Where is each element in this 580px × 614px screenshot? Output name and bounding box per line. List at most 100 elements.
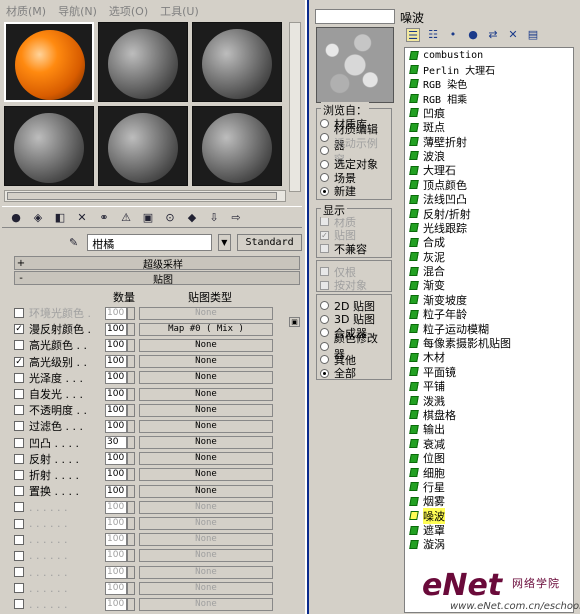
amount-spinner[interactable] <box>127 565 135 579</box>
put-to-library-icon[interactable]: ⚠ <box>118 209 134 225</box>
browser-name-field[interactable] <box>315 9 395 24</box>
map-enable-checkbox[interactable] <box>14 518 24 529</box>
amount-spinner[interactable] <box>127 387 135 401</box>
map-amount-field[interactable]: 100 <box>105 452 127 466</box>
map-type-item[interactable]: 噪波 <box>405 507 573 524</box>
amount-spinner[interactable] <box>127 468 135 482</box>
map-amount-field[interactable]: 100 <box>105 565 127 579</box>
map-slot-button[interactable]: None <box>139 452 273 466</box>
map-type-item[interactable]: 位图 <box>405 451 573 465</box>
map-type-item[interactable]: 细胞 <box>405 465 573 480</box>
amount-spinner[interactable] <box>127 500 135 514</box>
map-enable-checkbox[interactable] <box>14 421 24 432</box>
map-amount-field[interactable]: 100 <box>105 419 127 433</box>
map-slot-button[interactable]: None <box>139 468 273 482</box>
amount-spinner[interactable] <box>127 371 135 385</box>
radio-button[interactable] <box>320 132 329 142</box>
rollout-maps[interactable]: - 贴图 <box>14 271 300 286</box>
map-slot-button[interactable]: None <box>139 484 273 498</box>
map-enable-checkbox[interactable] <box>14 583 24 594</box>
map-type-item[interactable]: 衰减 <box>405 437 573 451</box>
map-type-item[interactable]: 平铺 <box>405 379 573 393</box>
update-scene-icon[interactable]: ⇄ <box>486 28 500 42</box>
map-enable-checkbox[interactable] <box>14 486 24 497</box>
amount-spinner[interactable] <box>127 419 135 433</box>
map-slot-button[interactable]: None <box>139 306 273 320</box>
map-slot-button[interactable]: None <box>139 338 273 352</box>
map-enable-checkbox[interactable] <box>14 534 24 545</box>
radio-option[interactable]: 新建 <box>320 185 388 198</box>
map-amount-field[interactable]: 100 <box>105 338 127 352</box>
clear-list-icon[interactable]: ▤ <box>526 28 540 42</box>
map-amount-field[interactable]: 100 <box>105 371 127 385</box>
menu-options[interactable]: 选项(O) <box>109 3 148 18</box>
sample-slot[interactable] <box>192 22 282 102</box>
map-type-item[interactable]: 灰泥 <box>405 249 573 264</box>
list-icons-view-icon[interactable]: ☷ <box>426 28 440 42</box>
menu-material[interactable]: 材质(M) <box>6 3 46 18</box>
map-type-item[interactable]: 大理石 <box>405 163 573 177</box>
radio-button[interactable] <box>320 173 329 183</box>
map-amount-field[interactable]: 100 <box>105 387 127 401</box>
radio-button[interactable] <box>320 186 329 196</box>
amount-spinner[interactable] <box>127 533 135 547</box>
menu-utilities[interactable]: 工具(U) <box>160 3 199 18</box>
checkbox[interactable] <box>320 280 329 290</box>
map-slot-button[interactable]: None <box>139 387 273 401</box>
map-enable-checkbox[interactable] <box>14 389 24 400</box>
map-amount-field[interactable]: 100 <box>105 549 127 563</box>
map-enable-checkbox[interactable] <box>14 372 24 383</box>
map-type-item[interactable]: 棋盘格 <box>405 408 573 422</box>
delete-from-library-icon[interactable]: ✕ <box>506 28 520 42</box>
map-amount-field[interactable]: 100 <box>105 500 127 514</box>
map-enable-checkbox[interactable] <box>14 550 24 561</box>
material-name-field[interactable]: 柑橘 <box>87 233 212 251</box>
map-type-item[interactable]: 遮罩 <box>405 523 573 537</box>
map-slot-button[interactable]: None <box>139 419 273 433</box>
map-type-item[interactable]: 斑点 <box>405 120 573 134</box>
map-type-item[interactable]: 混合 <box>405 264 573 278</box>
map-enable-checkbox[interactable] <box>14 308 24 319</box>
map-type-item[interactable]: RGB 染色 <box>405 77 573 91</box>
map-enable-checkbox[interactable] <box>14 453 24 464</box>
map-amount-field[interactable]: 100 <box>105 597 127 611</box>
sample-slot[interactable] <box>98 22 188 102</box>
map-type-item[interactable]: 反射/折射 <box>405 206 573 221</box>
small-icons-view-icon[interactable]: • <box>446 28 460 42</box>
show-map-icon[interactable]: ⊙ <box>162 209 178 225</box>
map-type-item[interactable]: RGB 相乘 <box>405 91 573 106</box>
map-slot-button[interactable]: None <box>139 533 273 547</box>
rollout-supersampling[interactable]: + 超级采样 <box>14 256 300 271</box>
map-type-item[interactable]: 泼溅 <box>405 393 573 408</box>
sample-slot[interactable] <box>192 106 282 186</box>
list-view-icon[interactable]: ☰ <box>406 28 420 42</box>
go-to-parent-icon[interactable]: ⇩ <box>206 209 222 225</box>
go-forward-icon[interactable]: ⇨ <box>228 209 244 225</box>
scroll-thumb[interactable] <box>7 192 277 200</box>
checkbox-option[interactable]: 不兼容 <box>320 242 388 256</box>
map-enable-checkbox[interactable] <box>14 502 24 513</box>
assign-material-icon[interactable]: ◧ <box>52 209 68 225</box>
make-unique-icon[interactable]: ⚭ <box>96 209 112 225</box>
sample-slot[interactable] <box>4 22 94 102</box>
material-effects-icon[interactable]: ▣ <box>140 209 156 225</box>
map-type-item[interactable]: Perlin 大理石 <box>405 62 573 77</box>
amount-spinner[interactable] <box>127 517 135 531</box>
map-enable-checkbox[interactable]: ✓ <box>14 324 24 335</box>
sample-slot[interactable] <box>4 106 94 186</box>
map-slot-button[interactable]: None <box>139 565 273 579</box>
map-type-item[interactable]: 顶点颜色 <box>405 178 573 192</box>
chevron-down-icon[interactable]: ▼ <box>217 233 232 251</box>
lock-icon[interactable]: ▣ <box>289 317 300 327</box>
show-end-result-icon[interactable]: ◆ <box>184 209 200 225</box>
large-icons-view-icon[interactable]: ● <box>466 28 480 42</box>
map-type-item[interactable]: 光线跟踪 <box>405 221 573 235</box>
map-type-item[interactable]: 薄壁折射 <box>405 134 573 149</box>
map-type-item[interactable]: 合成 <box>405 235 573 249</box>
sample-slot[interactable] <box>98 106 188 186</box>
map-enable-checkbox[interactable] <box>14 405 24 416</box>
checkbox-option[interactable]: 按对象 <box>320 279 388 292</box>
map-type-item[interactable]: 法线凹凸 <box>405 192 573 206</box>
material-type-button[interactable]: Standard <box>237 233 302 251</box>
amount-spinner[interactable] <box>127 581 135 595</box>
